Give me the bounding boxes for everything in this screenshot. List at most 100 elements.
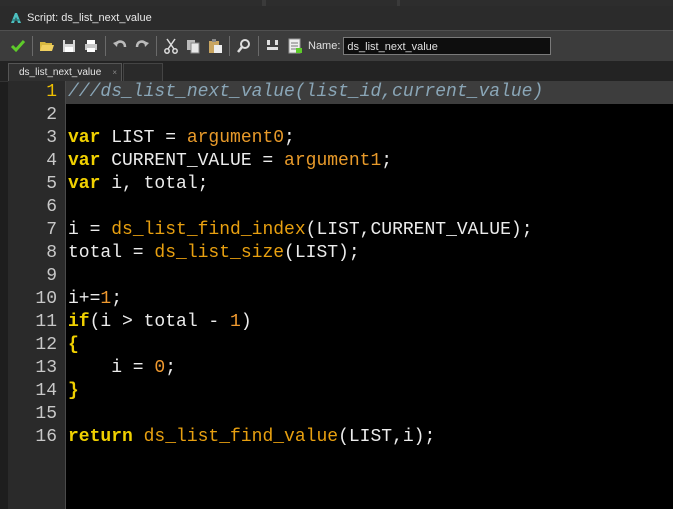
code-line[interactable]: 14} [8,380,673,403]
code-token: argument1 [284,151,382,171]
line-number: 8 [46,243,57,263]
ok-button[interactable] [7,35,29,57]
goto-icon [267,40,278,50]
code-token: ///ds_list_next_value(list_id,current_va… [68,82,544,102]
line-number: 1 [46,82,57,102]
code-token: var [68,128,101,148]
code-token: i = [68,358,155,378]
code-line[interactable]: 2 [8,104,673,127]
save-button[interactable] [58,35,80,57]
line-number: 14 [35,381,57,401]
line-code: i = 0; [68,357,176,380]
toolbar-separator [258,36,259,56]
clipboard-icon [209,39,222,53]
code-line[interactable]: 16 return ds_list_find_value(LIST,i); [8,426,673,449]
code-token: LIST = [100,128,187,148]
code-token: (LIST); [284,243,360,263]
code-line[interactable]: 8 total = ds_list_size(LIST); [8,242,673,265]
checkmark-icon [10,40,26,53]
line-code: ///ds_list_next_value(list_id,current_va… [68,81,543,104]
cut-button[interactable] [160,35,182,57]
code-token: { [68,335,79,355]
tab-empty[interactable] [123,63,163,81]
line-code: var LIST = argument0; [68,127,295,150]
line-number: 7 [46,220,57,240]
script-name-input[interactable]: ds_list_next_value [343,37,552,55]
code-token: 1 [100,289,112,309]
toolbar: Name: ds_list_next_value [0,30,673,62]
line-code: } [68,380,79,403]
code-token: ds_list_find_value [143,427,339,447]
code-line[interactable]: 6 [8,196,673,219]
line-number: 13 [35,358,57,378]
code-token: var [68,151,101,171]
floppy-icon [63,40,75,52]
toolbar-separator [229,36,230,56]
tab-ds-list-next-value[interactable]: ds_list_next_value × [8,63,122,81]
code-token: if [68,312,90,332]
code-line[interactable]: 10 i+=1; [8,288,673,311]
code-token: ) [240,312,252,332]
title-bar: Script: ds_list_next_value [0,6,673,30]
code-token: } [68,381,79,401]
code-editor[interactable]: 1 ///ds_list_next_value(list_id,current_v… [8,81,673,509]
print-button[interactable] [80,35,102,57]
line-number: 16 [35,427,57,447]
line-number: 4 [46,151,57,171]
code-line[interactable]: 11 if(i > total - 1) [8,311,673,334]
line-number: 5 [46,174,57,194]
copy-icon [187,40,200,54]
code-line[interactable]: 13 i = 0; [8,357,673,380]
code-token: return [68,427,133,447]
script-icon [9,11,23,25]
code-line[interactable]: 9 [8,265,673,288]
document-icon [288,38,302,54]
code-line[interactable]: 1 ///ds_list_next_value(list_id,current_v… [8,81,673,104]
toolbar-separator [32,36,33,56]
code-token: var [68,174,101,194]
find-button[interactable] [233,35,255,57]
tab-close-icon[interactable]: × [112,64,117,81]
code-line[interactable]: 7 i = ds_list_find_index(LIST,CURRENT_VAL… [8,219,673,242]
code-token: i+= [68,289,101,309]
line-number: 9 [46,266,57,286]
paste-button[interactable] [204,35,226,57]
goto-line-button[interactable] [262,35,284,57]
code-line[interactable]: 4 var CURRENT_VALUE = argument1; [8,150,673,173]
open-button[interactable] [36,35,58,57]
code-token: CURRENT_VALUE = [100,151,285,171]
line-number: 2 [46,105,57,125]
code-token: 0 [154,358,166,378]
undo-icon [113,40,127,48]
line-code: if(i > total - 1) [68,311,252,334]
code-token: 1 [230,312,241,332]
code-token: argument0 [186,128,285,148]
name-label: Name: [308,40,341,52]
code-line[interactable]: 15 [8,403,673,426]
code-token: (i > total - [89,312,231,332]
line-code: total = ds_list_size(LIST); [68,242,360,265]
tab-bar: ds_list_next_value × [0,61,673,82]
redo-button[interactable] [131,35,153,57]
line-code: i+=1; [68,288,122,311]
folder-open-icon [40,42,54,51]
code-token: i, total; [100,174,209,194]
window-title: Script: ds_list_next_value [27,12,152,24]
line-number: 11 [35,312,57,332]
code-token: (LIST,i); [338,427,436,447]
script-settings-button[interactable] [284,35,306,57]
code-line[interactable]: 3 var LIST = argument0; [8,127,673,150]
code-line[interactable]: 12 { [8,334,673,357]
code-token: (LIST,CURRENT_VALUE); [305,220,533,240]
line-code: { [68,334,79,357]
copy-button[interactable] [182,35,204,57]
scissors-icon [164,38,178,54]
undo-button[interactable] [109,35,131,57]
line-number: 3 [46,128,57,148]
code-token: i = [68,220,112,240]
code-line[interactable]: 5 var i, total; [8,173,673,196]
code-token: ; [165,358,177,378]
redo-icon [135,40,149,48]
code-token: ds_list_size [154,243,285,263]
